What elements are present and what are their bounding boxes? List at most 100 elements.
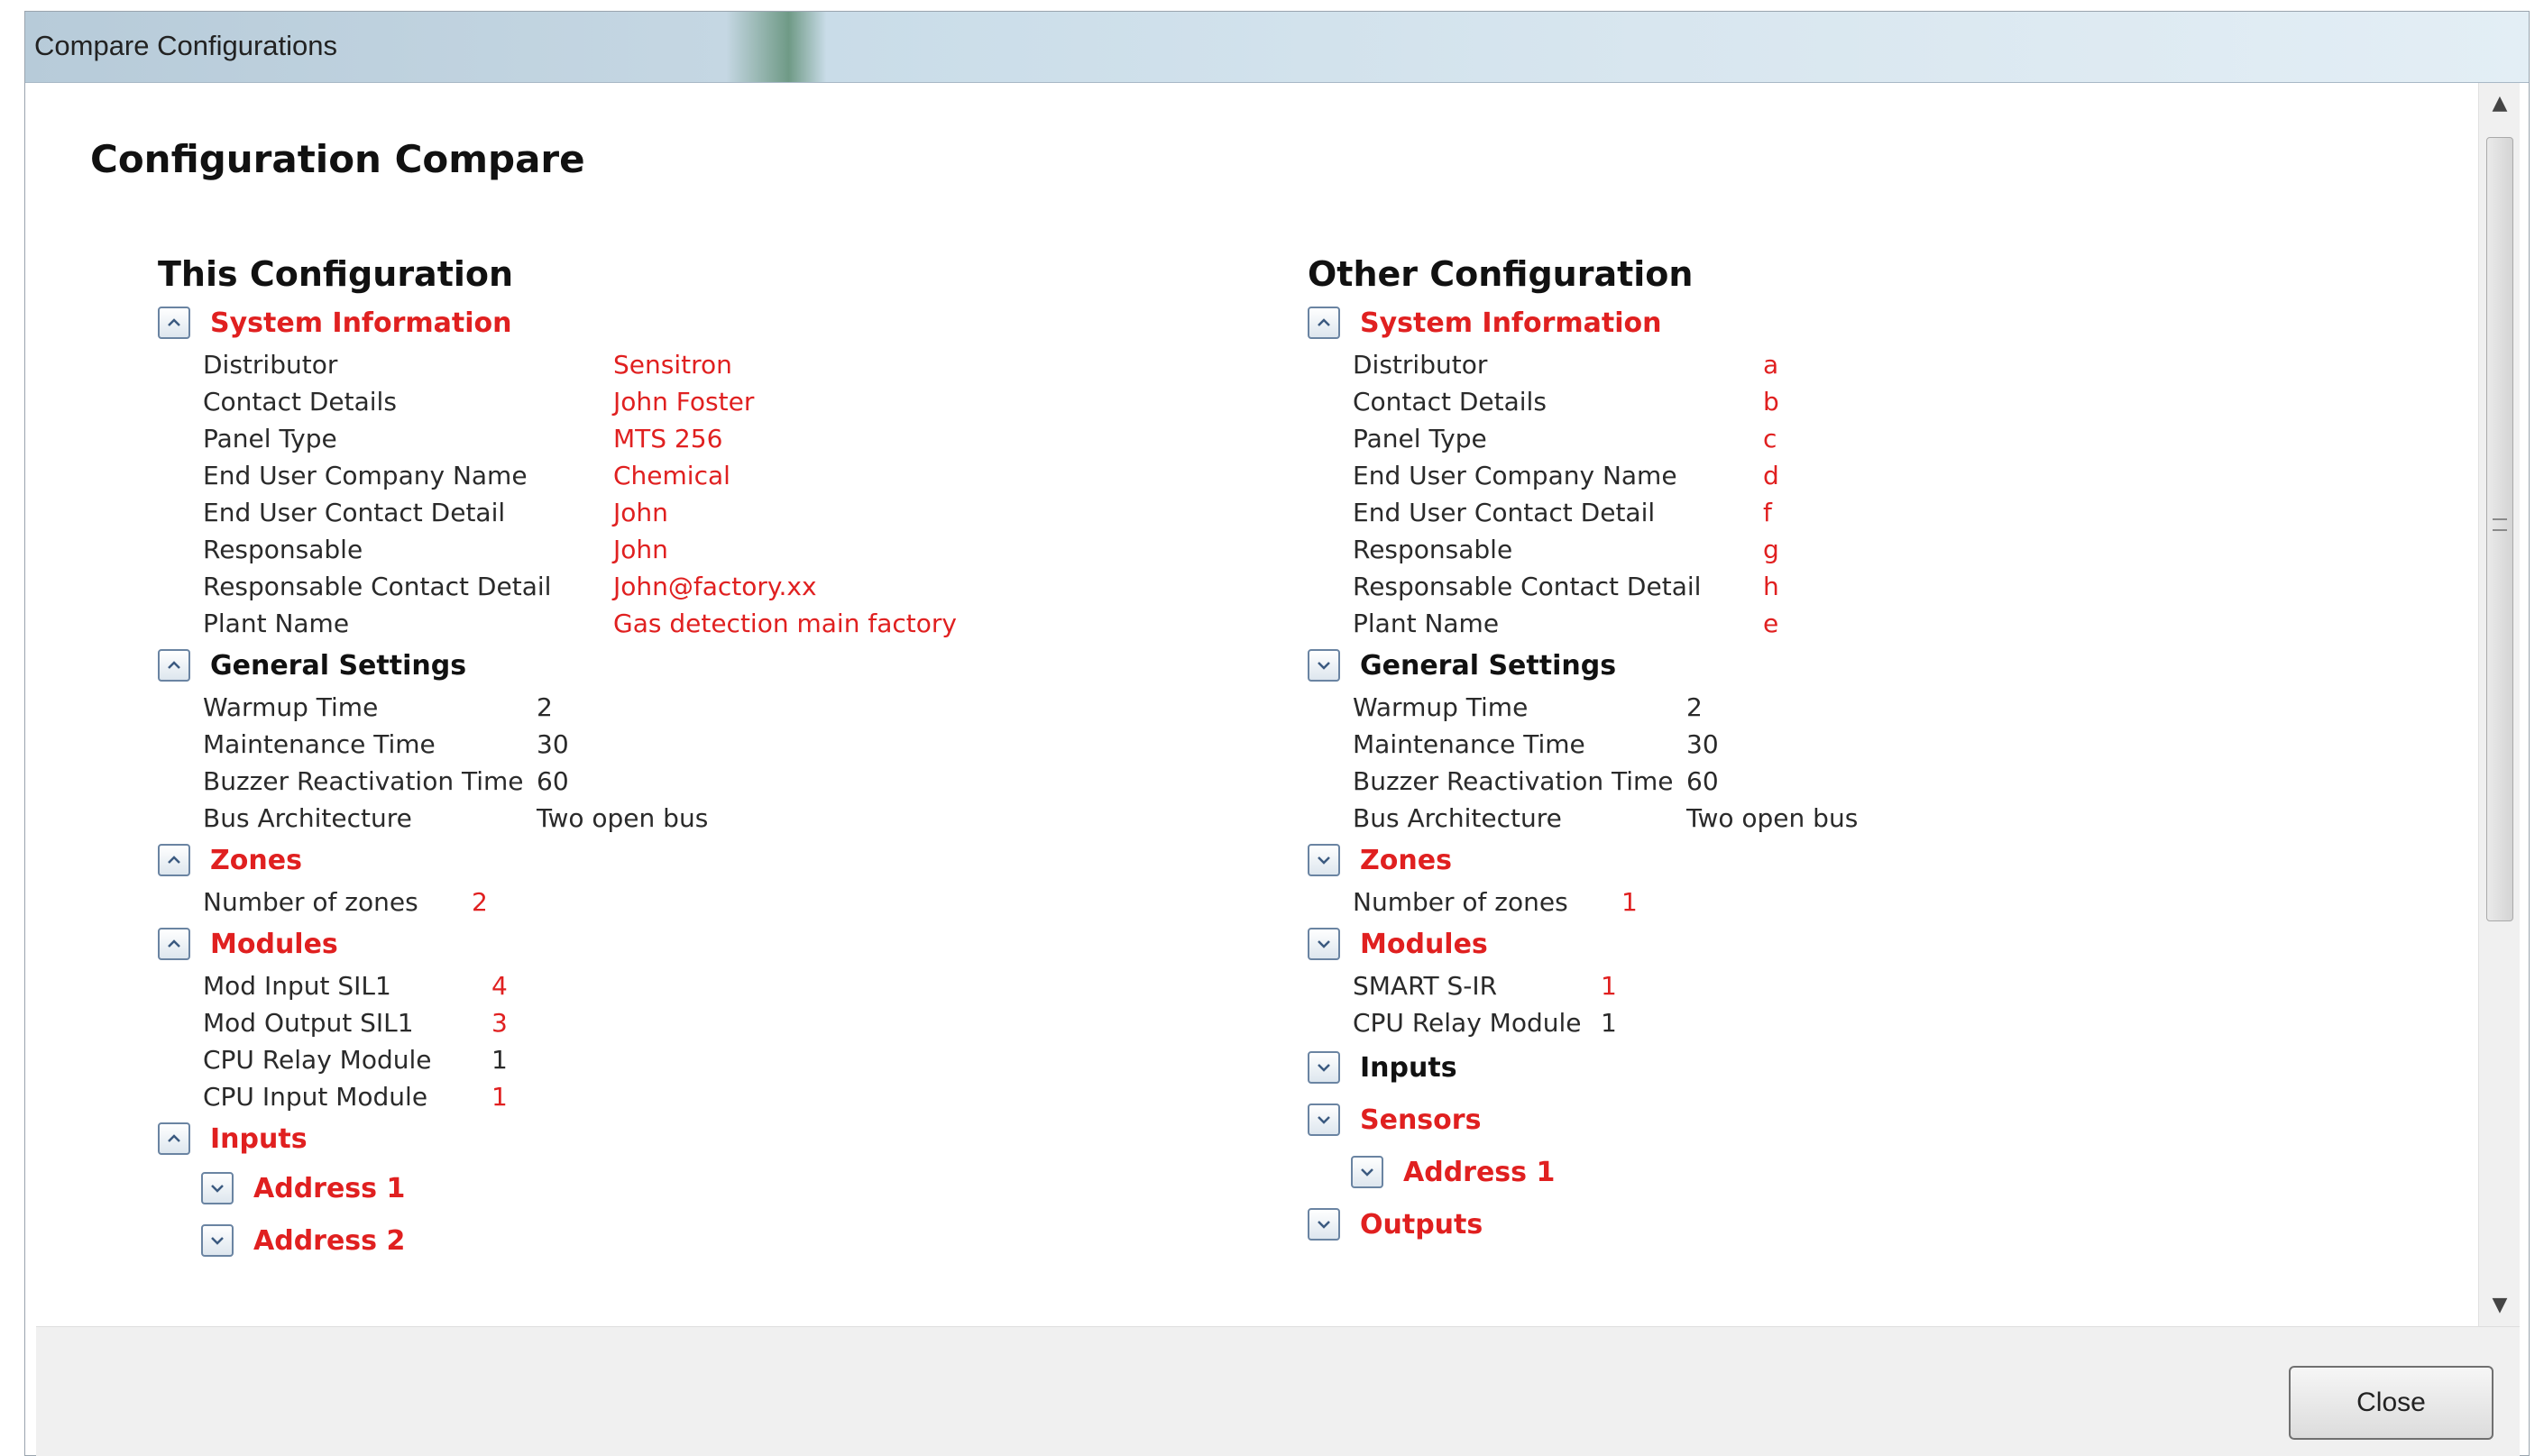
section-label: Zones xyxy=(210,844,302,876)
kv-row: Plant Name Gas detection main factory xyxy=(158,605,1240,642)
row-value: MTS 256 xyxy=(613,424,723,453)
section-inputs[interactable]: Inputs xyxy=(1308,1041,2390,1094)
row-key: Responsable Contact Detail xyxy=(203,572,552,601)
section-outputs[interactable]: Outputs xyxy=(1308,1198,2390,1250)
section-zones[interactable]: Zones xyxy=(158,837,1240,884)
row-key: CPU Relay Module xyxy=(1353,1008,1582,1038)
section-address-1[interactable]: Address 1 xyxy=(1351,1146,2390,1198)
row-key: Contact Details xyxy=(1353,387,1547,417)
row-value: 2 xyxy=(472,887,488,917)
row-key: Warmup Time xyxy=(1353,692,1529,722)
other-configuration-heading: Other Configuration xyxy=(1308,254,1694,294)
section-label: Modules xyxy=(210,928,338,960)
row-key: Plant Name xyxy=(1353,609,1500,638)
window-titlebar[interactable]: Compare Configurations xyxy=(25,12,2529,83)
row-value: a xyxy=(1763,350,1779,380)
section-modules[interactable]: Modules xyxy=(1308,920,2390,967)
section-address-2[interactable]: Address 2 xyxy=(201,1214,1240,1267)
section-address-1[interactable]: Address 1 xyxy=(201,1162,1240,1214)
window-title: Compare Configurations xyxy=(34,30,338,61)
page-title: Configuration Compare xyxy=(90,137,585,181)
kv-row: CPU Input Module 1 xyxy=(158,1078,1240,1115)
row-value: 30 xyxy=(1686,729,1719,759)
kv-row: SMART S-IR 1 xyxy=(1308,967,2390,1004)
row-value: John Foster xyxy=(613,387,755,417)
row-key: Mod Output SIL1 xyxy=(203,1008,414,1038)
kv-row: Maintenance Time 30 xyxy=(1308,726,2390,763)
chevron-up-icon[interactable] xyxy=(158,844,190,876)
vertical-scrollbar[interactable]: ▲ ▼ xyxy=(2478,83,2520,1326)
chevron-down-icon[interactable] xyxy=(1351,1156,1383,1188)
section-label: Zones xyxy=(1360,844,1452,876)
kv-row: Panel Type MTS 256 xyxy=(158,420,1240,457)
close-button[interactable]: Close xyxy=(2289,1366,2493,1440)
row-key: CPU Input Module xyxy=(203,1082,428,1112)
chevron-down-icon[interactable] xyxy=(1308,1051,1340,1084)
kv-row: Mod Output SIL1 3 xyxy=(158,1004,1240,1041)
chevron-up-icon[interactable] xyxy=(158,928,190,960)
row-key: Mod Input SIL1 xyxy=(203,971,391,1001)
kv-row: Buzzer Reactivation Time 60 xyxy=(1308,763,2390,800)
chevron-up-icon[interactable] xyxy=(1308,307,1340,339)
chevron-down-icon[interactable] xyxy=(1308,1103,1340,1136)
section-label: System Information xyxy=(210,307,512,339)
section-label: System Information xyxy=(1360,307,1662,339)
row-value: 1 xyxy=(1621,887,1638,917)
chevron-down-icon[interactable] xyxy=(1308,649,1340,682)
section-zones[interactable]: Zones xyxy=(1308,837,2390,884)
this-configuration-column: This Configuration System Information Di… xyxy=(158,254,1240,1267)
row-value: Two open bus xyxy=(537,803,709,833)
row-value: 1 xyxy=(1601,971,1617,1001)
row-value: John xyxy=(613,535,668,564)
section-general-settings[interactable]: General Settings xyxy=(1308,642,2390,689)
chevron-up-icon[interactable] xyxy=(158,1122,190,1155)
section-general-settings[interactable]: General Settings xyxy=(158,642,1240,689)
kv-row: Buzzer Reactivation Time 60 xyxy=(158,763,1240,800)
row-value: g xyxy=(1763,535,1779,564)
row-value: f xyxy=(1763,498,1772,527)
chevron-down-icon[interactable] xyxy=(201,1172,234,1204)
chevron-up-icon[interactable] xyxy=(158,649,190,682)
row-value: 1 xyxy=(1601,1008,1617,1038)
kv-row: Responsable John xyxy=(158,531,1240,568)
row-value: 4 xyxy=(491,971,508,1001)
section-modules[interactable]: Modules xyxy=(158,920,1240,967)
kv-row: CPU Relay Module 1 xyxy=(1308,1004,2390,1041)
row-value: 3 xyxy=(491,1008,508,1038)
row-key: Number of zones xyxy=(1353,887,1568,917)
section-system-information[interactable]: System Information xyxy=(1308,299,2390,346)
row-key: End User Contact Detail xyxy=(1353,498,1656,527)
chevron-down-icon[interactable] xyxy=(201,1224,234,1257)
section-inputs[interactable]: Inputs xyxy=(158,1115,1240,1162)
kv-row: Responsable Contact Detail John@factory.x… xyxy=(158,568,1240,605)
row-key: Panel Type xyxy=(1353,424,1487,453)
chevron-up-icon[interactable] xyxy=(158,307,190,339)
row-key: SMART S-IR xyxy=(1353,971,1498,1001)
row-value: Sensitron xyxy=(613,350,732,380)
kv-row: Panel Type c xyxy=(1308,420,2390,457)
row-key: Responsable xyxy=(203,535,363,564)
row-key: Distributor xyxy=(1353,350,1488,380)
kv-row: CPU Relay Module 1 xyxy=(158,1041,1240,1078)
kv-row: Mod Input SIL1 4 xyxy=(158,967,1240,1004)
kv-row: End User Company Name Chemical xyxy=(158,457,1240,494)
row-value: Two open bus xyxy=(1686,803,1859,833)
scroll-down-icon[interactable]: ▼ xyxy=(2479,1285,2520,1326)
kv-row: Responsable g xyxy=(1308,531,2390,568)
row-value: d xyxy=(1763,461,1779,490)
kv-row: Distributor Sensitron xyxy=(158,346,1240,383)
row-value: 1 xyxy=(491,1082,508,1112)
compare-content[interactable]: Configuration Compare This Configuration… xyxy=(36,83,2520,1326)
row-value: c xyxy=(1763,424,1777,453)
kv-row: Contact Details John Foster xyxy=(158,383,1240,420)
chevron-down-icon[interactable] xyxy=(1308,1208,1340,1241)
section-label: Address 1 xyxy=(1403,1156,1556,1188)
chevron-down-icon[interactable] xyxy=(1308,928,1340,960)
chevron-down-icon[interactable] xyxy=(1308,844,1340,876)
scroll-up-icon[interactable]: ▲ xyxy=(2479,83,2520,124)
row-key: Maintenance Time xyxy=(203,729,436,759)
kv-row: Contact Details b xyxy=(1308,383,2390,420)
section-sensors[interactable]: Sensors xyxy=(1308,1094,2390,1146)
kv-row: End User Contact Detail f xyxy=(1308,494,2390,531)
section-system-information[interactable]: System Information xyxy=(158,299,1240,346)
